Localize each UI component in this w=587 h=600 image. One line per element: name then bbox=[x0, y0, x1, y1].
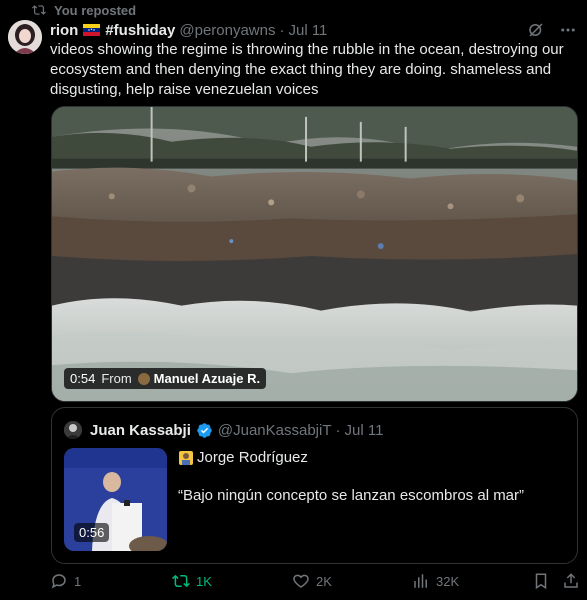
quoted-text-line2: “Bajo ningún concepto se lanzan escombro… bbox=[178, 487, 525, 504]
quoted-timestamp[interactable]: Jul 11 bbox=[345, 422, 384, 439]
quoted-speaker-name: Jorge Rodríguez bbox=[197, 449, 308, 466]
video-source[interactable]: Manuel Azuaje R. bbox=[137, 371, 261, 386]
speaker-emoji-icon bbox=[179, 451, 193, 465]
quoted-text-line1: Jorge Rodríguez bbox=[178, 448, 308, 468]
separator: · bbox=[279, 21, 285, 39]
like-count: 2K bbox=[316, 573, 332, 589]
quoted-author-name[interactable]: Juan Kassabji bbox=[90, 422, 191, 439]
repost-icon bbox=[32, 5, 46, 15]
video-frame bbox=[52, 107, 577, 401]
bookmark-button[interactable] bbox=[532, 572, 550, 590]
repost-active-icon bbox=[172, 574, 190, 588]
author-name-suffix[interactable]: #fushiday bbox=[105, 22, 175, 39]
quoted-author-avatar[interactable] bbox=[64, 421, 82, 439]
quoted-author-handle[interactable]: @JuanKassabjiT bbox=[218, 422, 332, 439]
video-player[interactable]: 0:54 From Manuel Azuaje R. bbox=[51, 106, 578, 402]
tweet-actions: 1 1K 2K 32K bbox=[50, 572, 580, 592]
reply-icon bbox=[51, 574, 66, 589]
avatar[interactable] bbox=[8, 20, 42, 54]
tweet-timestamp[interactable]: Jul 11 bbox=[288, 22, 327, 39]
share-icon bbox=[564, 573, 578, 588]
views-chart-icon bbox=[414, 574, 427, 588]
views-count: 32K bbox=[436, 573, 460, 589]
video-from-label: From bbox=[101, 371, 132, 386]
bookmark-icon bbox=[535, 573, 547, 590]
video-source-name: Manuel Azuaje R. bbox=[153, 371, 261, 386]
verified-badge-icon bbox=[197, 422, 212, 438]
views-button[interactable]: 32K bbox=[412, 572, 459, 590]
quoted-separator: · bbox=[335, 421, 341, 439]
quoted-video-duration: 0:56 bbox=[74, 523, 110, 542]
grok-icon[interactable] bbox=[527, 21, 545, 39]
quoted-tweet[interactable]: Juan Kassabji @JuanKassabjiT · Jul 11 0:… bbox=[51, 407, 578, 564]
repost-button[interactable]: 1K bbox=[172, 572, 212, 590]
author-handle[interactable]: @peronyawns bbox=[179, 22, 275, 39]
like-button[interactable]: 2K bbox=[292, 572, 332, 590]
source-avatar bbox=[137, 372, 150, 385]
venezuela-flag-icon bbox=[83, 24, 101, 36]
repost-count: 1K bbox=[196, 573, 212, 589]
share-button[interactable] bbox=[562, 572, 580, 590]
reply-count: 1 bbox=[74, 573, 82, 589]
more-options-icon[interactable] bbox=[559, 21, 577, 39]
reply-button[interactable]: 1 bbox=[50, 572, 81, 590]
quoted-video-thumbnail[interactable]: 0:56 bbox=[64, 448, 167, 551]
repost-indicator: You reposted bbox=[32, 2, 136, 18]
author-name[interactable]: rion bbox=[50, 22, 78, 39]
video-info-badge: 0:54 From Manuel Azuaje R. bbox=[64, 368, 267, 389]
repost-label: You reposted bbox=[54, 2, 137, 18]
tweet-header: rion #fushiday @peronyawns · Jul 11 bbox=[50, 20, 577, 40]
tweet-text: videos showing the regime is throwing th… bbox=[50, 41, 564, 98]
heart-icon bbox=[293, 574, 309, 588]
video-duration: 0:54 bbox=[70, 371, 96, 386]
quoted-tweet-header: Juan Kassabji @JuanKassabjiT · Jul 11 bbox=[64, 420, 383, 440]
